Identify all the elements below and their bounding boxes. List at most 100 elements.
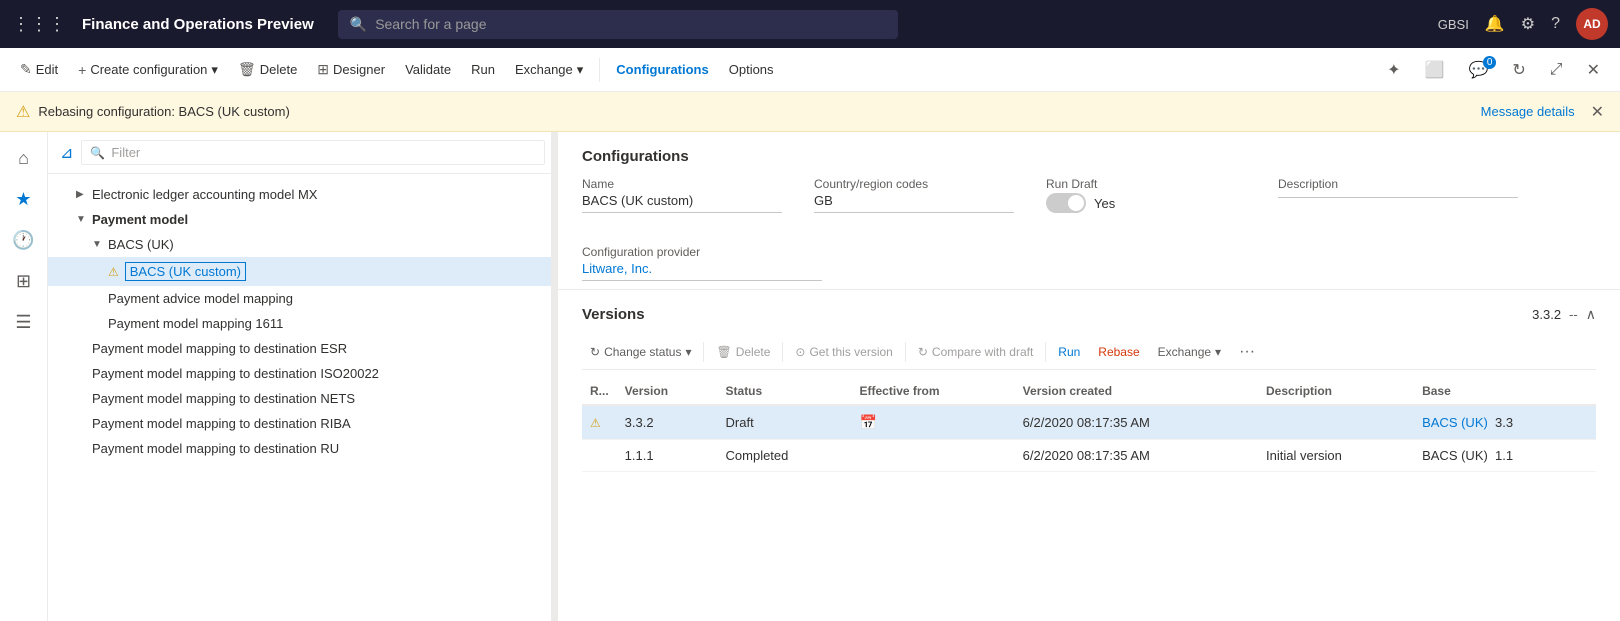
versions-header: Versions 3.3.2 -- ∧ [582, 306, 1596, 323]
change-status-button[interactable]: ↻ Change status ▾ [582, 341, 699, 363]
versions-toolbar: ↻ Change status ▾ 🗑 Delete ⊙ Get this ve… [582, 335, 1596, 370]
delete-icon: 🗑 [238, 61, 256, 78]
designer-button[interactable]: ⊞ Designer [309, 57, 393, 82]
favorites-icon[interactable]: ✦ [1379, 56, 1408, 84]
tree-item-electronic-ledger[interactable]: ▶ Electronic ledger accounting model MX [48, 182, 557, 207]
calendar-icon[interactable]: 📅 [860, 414, 877, 430]
search-bar[interactable]: 🔍 [338, 10, 898, 39]
versions-exchange-button[interactable]: Exchange ▾ [1150, 341, 1229, 363]
warning-icon: ⚠ [16, 102, 30, 122]
notification-icon[interactable]: 🔔 [1485, 14, 1505, 34]
versions-delete-button[interactable]: 🗑 Delete [708, 341, 778, 363]
run-button[interactable]: Run [463, 58, 503, 81]
settings-icon[interactable]: ⚙ [1521, 14, 1535, 34]
config-provider-link[interactable]: Litware, Inc. [582, 261, 822, 281]
message-details-link[interactable]: Message details [1481, 104, 1575, 119]
versions-more-button[interactable]: ··· [1231, 339, 1263, 365]
validate-button[interactable]: Validate [397, 58, 459, 81]
warning-text: Rebasing configuration: BACS (UK custom) [38, 104, 1472, 119]
modules-icon[interactable]: ⊞ [8, 263, 39, 300]
versions-run-button[interactable]: Run [1050, 341, 1088, 363]
row-base-cell: BACS (UK) 1.1 [1414, 440, 1596, 472]
search-input[interactable] [375, 16, 886, 32]
versions-controls: 3.3.2 -- ∧ [1532, 306, 1596, 323]
toggle-knob [1068, 195, 1084, 211]
toggle-group: Yes [1046, 193, 1246, 213]
config-provider-field: Configuration provider Litware, Inc. [582, 245, 822, 281]
tree-item-payment-esr[interactable]: Payment model mapping to destination ESR [48, 336, 557, 361]
base-link[interactable]: BACS (UK) [1422, 415, 1488, 430]
trash-icon: 🗑 [716, 345, 731, 359]
tree-item-payment-ru[interactable]: Payment model mapping to destination RU [48, 436, 557, 461]
change-status-icon: ↻ [590, 345, 600, 359]
country-field: Country/region codes GB [814, 177, 1014, 213]
row-desc-cell [1258, 405, 1414, 440]
options-tab[interactable]: Options [721, 58, 782, 81]
filter-text-input[interactable] [111, 145, 536, 160]
col-header-r: R... [582, 378, 617, 405]
left-panel: ⊿ 🔍 ▶ Electronic ledger accounting model… [48, 132, 558, 621]
configurations-tab[interactable]: Configurations [608, 58, 716, 81]
row-base-cell: BACS (UK) 3.3 [1414, 405, 1596, 440]
tree-item-payment-iso[interactable]: Payment model mapping to destination ISO… [48, 361, 557, 386]
vtb-separator-4 [1045, 342, 1046, 362]
expand-icon: ▶ [76, 189, 88, 200]
exchange-button[interactable]: Exchange ▾ [507, 58, 591, 82]
home-icon[interactable]: ⌂ [10, 140, 37, 177]
refresh-icon[interactable]: ↻ [1504, 56, 1533, 84]
vtb-separator-3 [905, 342, 906, 362]
tree-item-payment-model-1611[interactable]: Payment model mapping 1611 [48, 311, 557, 336]
row-warn-icon: ⚠ [590, 416, 601, 430]
list-icon[interactable]: ☰ [7, 304, 39, 341]
exchange-dd-icon: ▾ [1215, 345, 1221, 359]
row-effective-cell [852, 440, 1015, 472]
rebase-button[interactable]: Rebase [1090, 341, 1147, 363]
delete-button[interactable]: 🗑 Delete [230, 57, 305, 82]
versions-title: Versions [582, 306, 645, 323]
version-dash: -- [1569, 307, 1578, 322]
collapse-icon: ▼ [76, 214, 88, 225]
tree-item-payment-model[interactable]: ▼ Payment model [48, 207, 557, 232]
tree-item-payment-advice[interactable]: Payment advice model mapping [48, 286, 557, 311]
tree-item-payment-nets[interactable]: Payment model mapping to destination NET… [48, 386, 557, 411]
user-avatar[interactable]: AD [1576, 8, 1608, 40]
filter-icon[interactable]: ⊿ [60, 143, 73, 163]
col-header-description: Description [1258, 378, 1414, 405]
edit-icon: ✎ [20, 61, 32, 78]
get-this-version-button[interactable]: ⊙ Get this version [787, 341, 900, 363]
plus-icon: + [78, 62, 86, 78]
config-header: Configurations Name BACS (UK custom) Cou… [558, 132, 1620, 290]
help-icon[interactable]: ? [1551, 15, 1560, 33]
vtb-separator-1 [703, 342, 704, 362]
table-row[interactable]: ⚠ 3.3.2 Draft 📅 6/2/2020 08:17:35 AM BAC… [582, 405, 1596, 440]
row-effective-cell: 📅 [852, 405, 1015, 440]
tree-item-bacs-uk-custom[interactable]: ⚠ BACS (UK custom) [48, 257, 557, 286]
row-status-cell: Draft [718, 405, 852, 440]
compare-icon: ↻ [918, 345, 928, 359]
recent-icon[interactable]: 🕐 [4, 222, 42, 259]
compare-with-draft-button[interactable]: ↻ Compare with draft [910, 341, 1041, 363]
table-row[interactable]: 1.1.1 Completed 6/2/2020 08:17:35 AM Ini… [582, 440, 1596, 472]
notifications-badge[interactable]: 0 💬 [1460, 56, 1496, 84]
sidebar-icons: ⌂ ★ 🕐 ⊞ ☰ [0, 132, 48, 621]
star-icon[interactable]: ★ [7, 181, 39, 218]
edit-button[interactable]: ✎ Edit [12, 57, 66, 82]
expand-icon[interactable]: ⬜ [1417, 56, 1453, 84]
tree-container: ▶ Electronic ledger accounting model MX … [48, 174, 557, 621]
resize-handle[interactable] [551, 132, 557, 621]
name-value: BACS (UK custom) [582, 193, 782, 213]
run-draft-toggle[interactable] [1046, 193, 1086, 213]
collapse-icon-2: ▼ [92, 239, 104, 250]
app-grid-icon[interactable]: ⋮⋮⋮ [12, 14, 66, 35]
top-nav-right: GBSI 🔔 ⚙ ? AD [1438, 8, 1608, 40]
open-new-icon[interactable]: ⤢ [1542, 57, 1571, 83]
create-configuration-button[interactable]: + Create configuration ▾ [70, 58, 226, 82]
close-button[interactable]: ✕ [1579, 56, 1608, 84]
versions-collapse-icon[interactable]: ∧ [1586, 306, 1596, 323]
description-field: Description [1278, 177, 1518, 213]
tree-item-bacs-uk[interactable]: ▼ BACS (UK) [48, 232, 557, 257]
tree-item-payment-riba[interactable]: Payment model mapping to destination RIB… [48, 411, 557, 436]
org-label: GBSI [1438, 17, 1469, 32]
search-small-icon: 🔍 [90, 146, 105, 160]
warning-close-button[interactable]: ✕ [1591, 102, 1604, 122]
